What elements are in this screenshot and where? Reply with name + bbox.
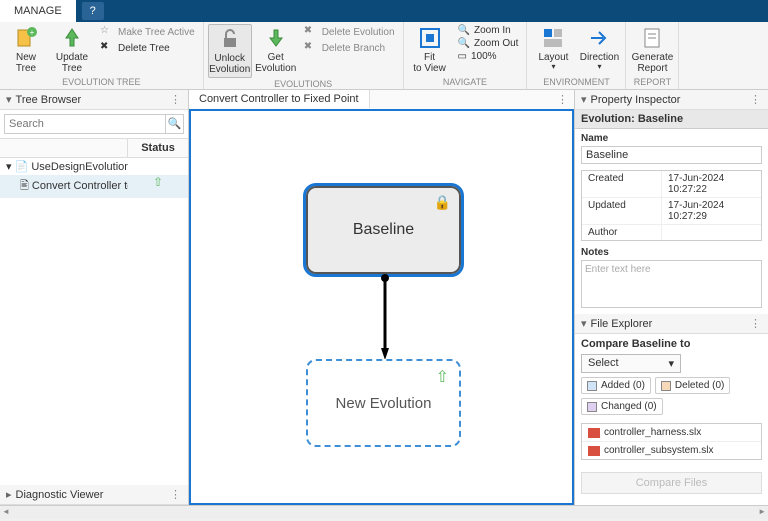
chevron-down-icon: ▾ xyxy=(551,63,555,72)
name-field[interactable]: Baseline xyxy=(581,146,762,164)
zoom-in-button[interactable]: 🔍Zoom In xyxy=(454,24,523,37)
connector-arrow xyxy=(381,274,389,360)
make-tree-active-button[interactable]: ☆Make Tree Active xyxy=(96,24,199,40)
update-tree-button[interactable]: Update Tree xyxy=(50,24,94,76)
collapse-icon[interactable]: ▾ xyxy=(581,317,587,330)
panel-menu-icon[interactable]: ⋮ xyxy=(170,488,182,501)
up-arrow-icon: ⇧ xyxy=(153,175,163,189)
new-tree-button[interactable]: + New Tree xyxy=(4,24,48,76)
direction-button[interactable]: Direction▾ xyxy=(577,24,621,74)
layout-button[interactable]: Layout▾ xyxy=(531,24,575,74)
collapse-icon[interactable]: ▾ xyxy=(6,93,12,106)
generate-report-button[interactable]: Generate Report xyxy=(630,24,674,76)
get-icon xyxy=(264,26,288,50)
simulink-icon xyxy=(588,428,600,438)
deleted-badge[interactable]: Deleted (0) xyxy=(655,377,730,394)
baseline-label: Baseline xyxy=(353,221,414,239)
panel-menu-icon[interactable]: ⋮ xyxy=(170,93,182,106)
properties-table: Created17-Jun-2024 10:27:22 Updated17-Ju… xyxy=(581,170,762,241)
evolution-canvas[interactable]: 🔒 Baseline ⇧ New Evolution xyxy=(189,109,574,505)
tree-row[interactable]: ▾ 📄 UseDesignEvolutionMar xyxy=(0,158,188,175)
lock-icon: 🔒 xyxy=(434,194,451,211)
notes-field[interactable]: Enter text here xyxy=(581,260,762,308)
group-label: ENVIRONMENT xyxy=(531,76,621,87)
file-row[interactable]: controller_subsystem.slx xyxy=(582,442,761,459)
panel-menu-icon[interactable]: ⋮ xyxy=(750,93,762,106)
unlock-icon xyxy=(218,27,242,51)
collapse-icon[interactable]: ▾ xyxy=(581,93,587,106)
file-list: controller_harness.slx controller_subsys… xyxy=(581,423,762,460)
delete-branch-icon: ✖ xyxy=(304,41,318,55)
zoom-100-button[interactable]: ▭100% xyxy=(454,50,523,63)
file-row[interactable]: controller_harness.slx xyxy=(582,424,761,442)
expand-icon: ▸ xyxy=(6,488,12,501)
search-input[interactable] xyxy=(4,114,166,134)
layout-icon xyxy=(541,26,565,50)
compare-select[interactable]: Select▾ xyxy=(581,354,681,373)
direction-icon xyxy=(587,26,611,50)
compare-label: Compare Baseline to xyxy=(581,338,762,350)
chevron-down-icon: ▾ xyxy=(668,357,674,370)
zoom-out-button[interactable]: 🔍Zoom Out xyxy=(454,37,523,50)
baseline-node[interactable]: 🔒 Baseline xyxy=(306,186,461,274)
group-label: REPORT xyxy=(630,76,674,87)
zoom-100-icon: ▭ xyxy=(458,51,467,62)
canvas-tab[interactable]: Convert Controller to Fixed Point xyxy=(189,90,370,108)
delete-tree-button[interactable]: ✖Delete Tree xyxy=(96,40,199,56)
canvas-tabs: Convert Controller to Fixed Point ⋮ xyxy=(189,90,574,110)
file-explorer-header: ▾ File Explorer ⋮ xyxy=(575,314,768,334)
notes-label: Notes xyxy=(575,243,768,260)
group-label: NAVIGATE xyxy=(408,76,523,87)
delete-evo-icon: ✖ xyxy=(304,25,318,39)
tree-browser-header: ▾ Tree Browser ⋮ xyxy=(0,90,188,110)
help-button[interactable]: ? xyxy=(82,2,104,20)
property-inspector-header: ▾ Property Inspector ⋮ xyxy=(575,90,768,110)
report-icon xyxy=(640,26,664,50)
evolution-subheader: Evolution: Baseline xyxy=(575,110,768,129)
panel-menu-icon[interactable]: ⋮ xyxy=(750,317,762,330)
tab-manage[interactable]: MANAGE xyxy=(0,0,76,22)
name-label: Name xyxy=(575,129,768,146)
tree-row[interactable]: 🖹 Convert Controller to⇧ xyxy=(0,175,188,198)
zoom-in-icon: 🔍 xyxy=(458,25,470,36)
new-evolution-label: New Evolution xyxy=(336,395,432,412)
compare-files-button: Compare Files xyxy=(581,472,762,494)
ribbon: + New Tree Update Tree ☆Make Tree Active… xyxy=(0,22,768,90)
panel-menu-icon[interactable]: ⋮ xyxy=(551,90,574,109)
delete-evolution-button[interactable]: ✖Delete Evolution xyxy=(300,24,399,40)
zoom-out-icon: 🔍 xyxy=(458,38,470,49)
new-tree-icon: + xyxy=(14,26,38,50)
diagnostic-viewer-header[interactable]: ▸ Diagnostic Viewer ⋮ xyxy=(0,485,188,505)
status-column-header: Status xyxy=(128,139,188,157)
horizontal-scrollbar[interactable] xyxy=(0,505,768,519)
group-label: EVOLUTION TREE xyxy=(4,76,199,87)
delete-branch-button[interactable]: ✖Delete Branch xyxy=(300,40,399,56)
star-icon: ☆ xyxy=(100,25,114,39)
up-arrow-icon: ⇧ xyxy=(436,367,449,387)
new-evolution-node[interactable]: ⇧ New Evolution xyxy=(306,359,461,447)
search-icon[interactable]: 🔍 xyxy=(166,114,184,134)
chevron-down-icon: ▾ xyxy=(597,63,601,72)
changed-badge[interactable]: Changed (0) xyxy=(581,398,663,415)
get-evolution-button[interactable]: Get Evolution xyxy=(254,24,298,76)
fit-icon xyxy=(418,26,442,50)
svg-text:+: + xyxy=(30,28,35,37)
added-badge[interactable]: Added (0) xyxy=(581,377,651,394)
delete-icon: ✖ xyxy=(100,41,114,55)
simulink-icon xyxy=(588,446,600,456)
fit-view-button[interactable]: Fit to View xyxy=(408,24,452,76)
update-tree-icon xyxy=(60,26,84,50)
unlock-evolution-button[interactable]: Unlock Evolution xyxy=(208,24,252,78)
group-label: EVOLUTIONS xyxy=(208,78,399,89)
